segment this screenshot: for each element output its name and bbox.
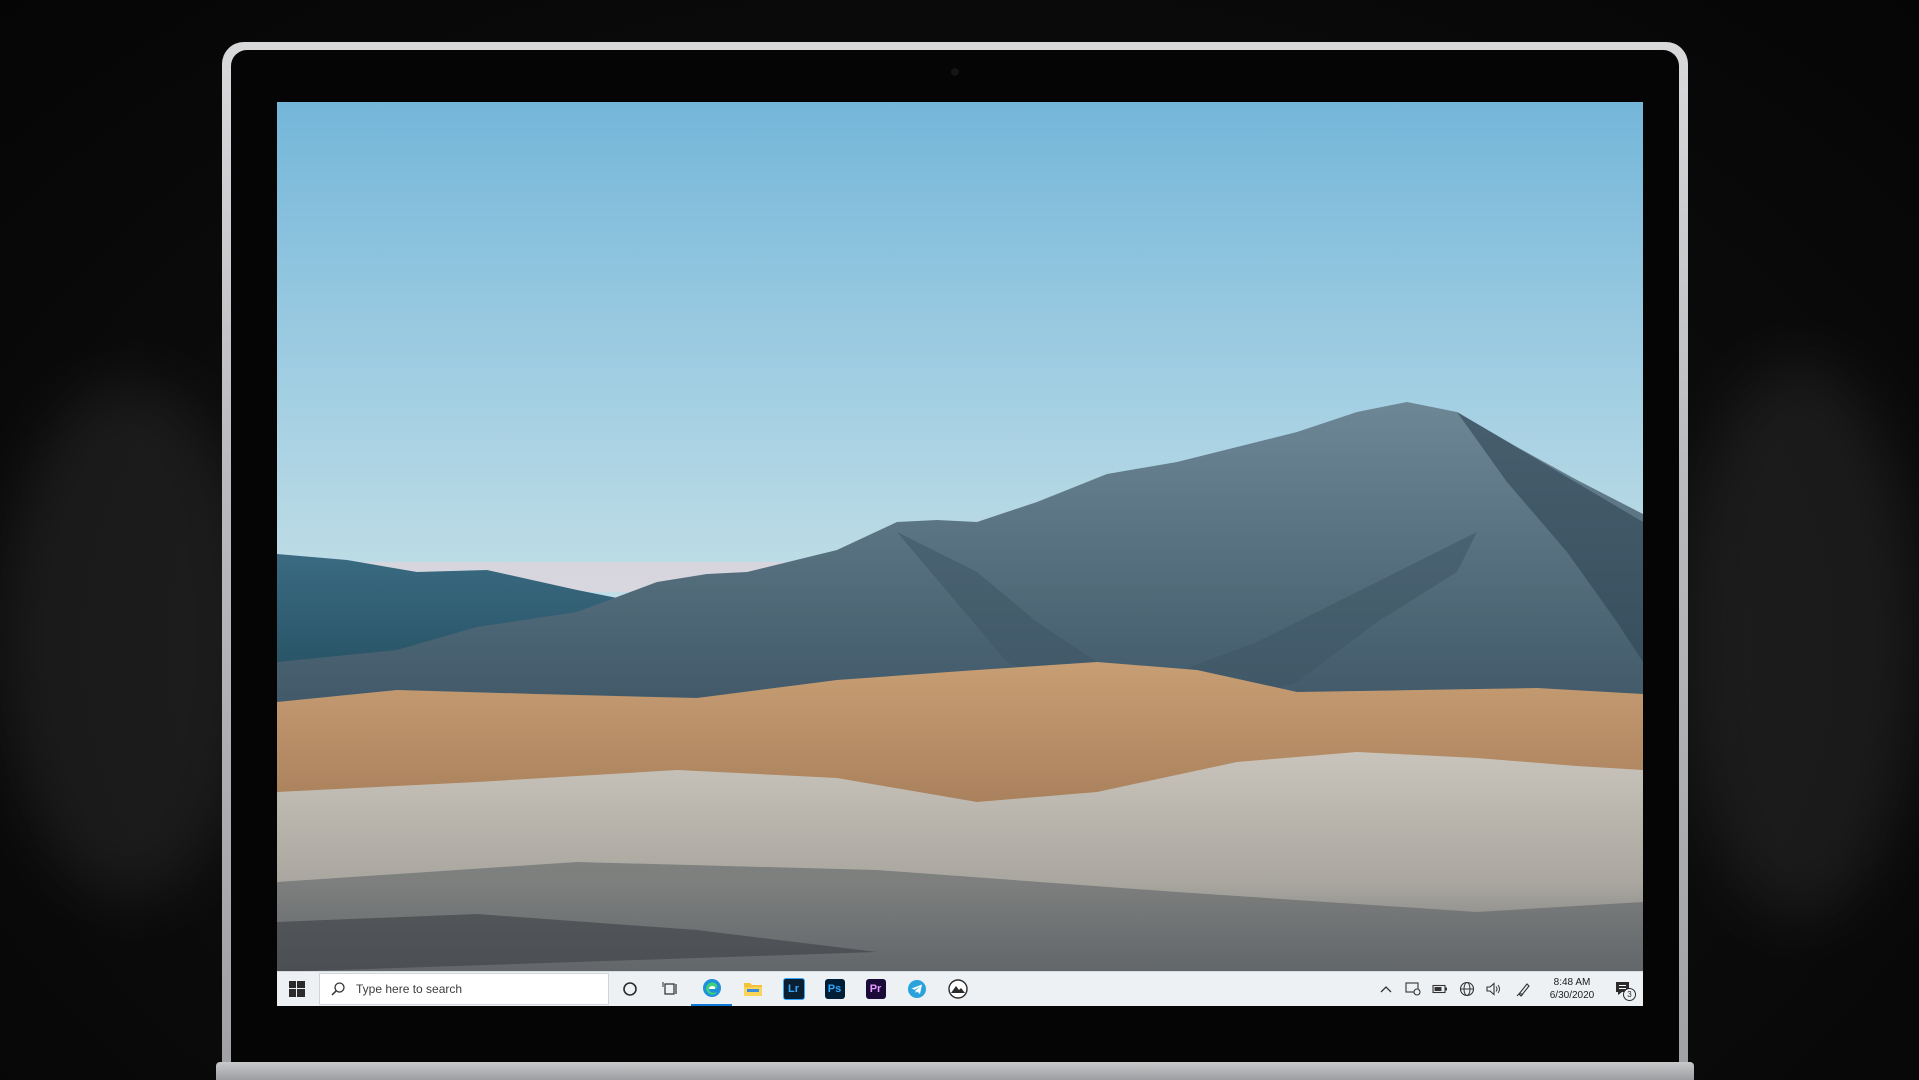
taskbar-app-telegram[interactable]	[896, 972, 937, 1006]
photoshop-icon: Ps	[824, 979, 845, 999]
backdrop-fold-right	[1680, 360, 1919, 920]
taskbar-app-lightroom[interactable]: Lr	[773, 972, 814, 1006]
notification-icon: 3	[1614, 980, 1636, 1001]
notification-badge: 3	[1623, 988, 1636, 1001]
desktop-wallpaper	[277, 102, 1643, 972]
taskbar: Lr Ps Pr	[277, 971, 1643, 1006]
keyboard-base	[216, 1062, 1694, 1080]
edge-icon	[702, 979, 721, 997]
pen-workspace-icon	[1516, 983, 1530, 997]
pen-display-icon	[1404, 982, 1421, 996]
cortana-button[interactable]	[609, 972, 650, 1006]
taskbar-app-premiere[interactable]: Pr	[855, 972, 896, 1006]
globe-network-icon	[1459, 981, 1474, 997]
task-view-button[interactable]	[650, 972, 691, 1006]
show-hidden-icons-button[interactable]	[1372, 972, 1399, 1006]
taskbar-app-file-explorer[interactable]	[732, 972, 773, 1006]
taskbar-search-box[interactable]	[319, 973, 609, 1005]
start-button[interactable]	[277, 972, 317, 1006]
taskbar-app-edge[interactable]	[691, 972, 732, 1006]
windows-logo-icon	[289, 981, 305, 997]
lightroom-icon: Lr	[782, 978, 805, 1000]
battery-icon	[1431, 984, 1447, 994]
chevron-up-icon	[1380, 986, 1391, 993]
action-center-button[interactable]: 3	[1603, 972, 1643, 1006]
clock-date: 6/30/2020	[1549, 990, 1595, 1001]
battery-button[interactable]	[1426, 972, 1453, 1006]
pen-workspace-button[interactable]	[1507, 972, 1541, 1006]
backdrop-fold-left	[0, 380, 260, 900]
task-view-icon	[662, 982, 677, 995]
speaker-icon	[1485, 982, 1500, 996]
taskbar-app-photos[interactable]	[937, 972, 978, 1006]
mountain-app-icon	[947, 979, 968, 999]
clock-button[interactable]: 8:48 AM 6/30/2020	[1541, 972, 1603, 1006]
tray-display-button[interactable]	[1399, 972, 1426, 1006]
search-input[interactable]	[354, 981, 598, 997]
desktop-screen: Lr Ps Pr	[277, 102, 1643, 1006]
volume-button[interactable]	[1480, 972, 1507, 1006]
cortana-circle-icon	[622, 982, 637, 996]
telegram-icon	[907, 980, 926, 998]
clock-time: 8:48 AM	[1553, 977, 1591, 988]
premiere-icon: Pr	[865, 979, 886, 999]
system-tray: 8:48 AM 6/30/2020 3	[1372, 972, 1643, 1006]
taskbar-app-photoshop[interactable]: Ps	[814, 972, 855, 1006]
webcam	[951, 68, 959, 76]
network-button[interactable]	[1453, 972, 1480, 1006]
search-icon	[331, 982, 345, 996]
folder-icon	[743, 983, 762, 996]
